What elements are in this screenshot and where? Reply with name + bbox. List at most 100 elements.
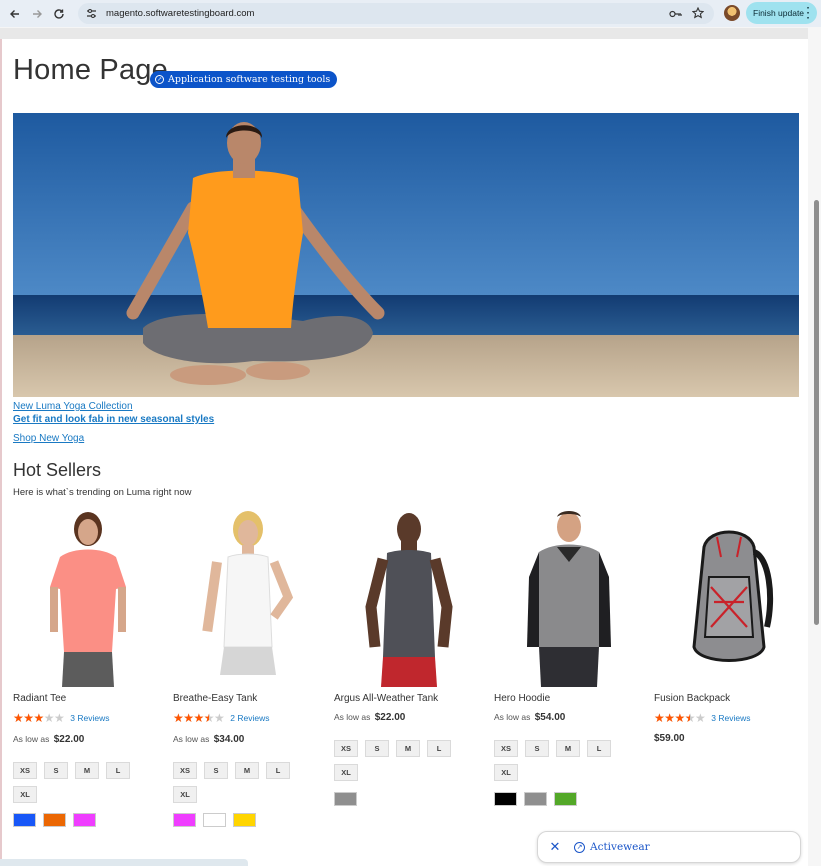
hot-sellers-title: Hot Sellers: [13, 460, 102, 480]
product-image[interactable]: [13, 505, 163, 687]
color-swatches: [173, 813, 256, 827]
ad-badge[interactable]: ↗ Application software testing tools: [150, 71, 338, 88]
color-swatch[interactable]: [13, 813, 36, 827]
product-image[interactable]: [334, 505, 484, 687]
size-option[interactable]: XL: [494, 764, 518, 781]
activewear-label[interactable]: Activewear: [590, 841, 650, 853]
product-price: $54.00: [534, 712, 566, 723]
size-option[interactable]: XS: [173, 762, 197, 779]
product-name[interactable]: Hero Hoodie: [494, 693, 550, 704]
url-text: magento.softwaretestingboard.com: [106, 8, 255, 19]
rating-fill: ★★★★★: [13, 711, 44, 725]
size-options: XS S M L XL: [173, 762, 313, 803]
kebab-menu-icon[interactable]: · · ·: [807, 4, 810, 24]
page-title: Home Page: [13, 54, 168, 86]
activewear-popup[interactable]: ✕ ↗ Activewear: [537, 831, 801, 863]
rating-stars: ★★★★★★★★★★: [13, 711, 65, 725]
size-option[interactable]: L: [106, 762, 130, 779]
product-price: $22.00: [53, 734, 85, 745]
size-option[interactable]: L: [587, 740, 611, 757]
size-option[interactable]: XL: [13, 786, 37, 803]
product-image[interactable]: [494, 505, 644, 687]
password-key-icon[interactable]: [669, 6, 682, 24]
product-card: Breathe-Easy Tank ★★★★★★★★★★ 2 Reviews A…: [173, 505, 323, 827]
color-swatch[interactable]: [203, 813, 226, 827]
page-top-strip: [0, 27, 808, 39]
product-rating: ★★★★★★★★★★ 3 Reviews: [13, 711, 110, 725]
product-card: Hero Hoodie As low as $54.00 XS S M L XL: [494, 505, 644, 806]
product-name[interactable]: Argus All-Weather Tank: [334, 693, 438, 704]
reviews-link[interactable]: 3 Reviews: [70, 713, 109, 723]
ad-arrow-icon: ↗: [155, 75, 164, 84]
product-name[interactable]: Breathe-Easy Tank: [173, 693, 257, 704]
reload-icon[interactable]: [48, 3, 70, 25]
size-option[interactable]: M: [556, 740, 580, 757]
rating-stars: ★★★★★★★★★★: [173, 711, 225, 725]
color-swatch[interactable]: [43, 813, 66, 827]
product-name[interactable]: Radiant Tee: [13, 693, 66, 704]
size-option[interactable]: XL: [173, 786, 197, 803]
site-info-icon[interactable]: [84, 7, 98, 21]
ad-arrow-icon: ↗: [574, 841, 585, 853]
price-row: As low as $22.00: [334, 712, 405, 723]
price-row: As low as $34.00: [173, 734, 244, 745]
ad-badge-label: Application software testing tools: [168, 74, 331, 85]
product-image[interactable]: [654, 505, 804, 687]
product-price: $22.00: [374, 712, 406, 723]
size-options: XS S M L XL: [334, 740, 474, 781]
price-prefix: As low as: [334, 712, 371, 722]
color-swatches: [494, 792, 577, 806]
scrollbar-thumb[interactable]: [814, 200, 819, 625]
size-option[interactable]: L: [427, 740, 451, 757]
rating-fill: ★★★★★: [173, 711, 209, 725]
size-option[interactable]: XL: [334, 764, 358, 781]
size-option[interactable]: S: [44, 762, 68, 779]
product-card: Radiant Tee ★★★★★★★★★★ 3 Reviews As low …: [13, 505, 163, 827]
finish-update-button[interactable]: Finish update · · ·: [746, 2, 817, 24]
color-swatches: [13, 813, 96, 827]
size-option[interactable]: S: [525, 740, 549, 757]
product-rating: ★★★★★★★★★★ 3 Reviews: [654, 711, 751, 725]
size-option[interactable]: M: [396, 740, 420, 757]
hero-banner-image[interactable]: [13, 113, 799, 397]
product-price: $59.00: [654, 733, 685, 744]
promo-headline-link[interactable]: Get fit and look fab in new seasonal sty…: [13, 414, 214, 425]
reviews-link[interactable]: 2 Reviews: [230, 713, 269, 723]
product-image[interactable]: [173, 505, 323, 687]
size-option[interactable]: L: [266, 762, 290, 779]
close-icon[interactable]: ✕: [548, 839, 562, 855]
color-swatch[interactable]: [173, 813, 196, 827]
size-option[interactable]: XS: [334, 740, 358, 757]
bookmark-star-icon[interactable]: [691, 6, 705, 24]
price-prefix: As low as: [173, 734, 210, 744]
shop-new-yoga-link[interactable]: Shop New Yoga: [13, 433, 84, 444]
size-option[interactable]: XS: [13, 762, 37, 779]
color-swatch[interactable]: [554, 792, 577, 806]
price-row: As low as $54.00: [494, 712, 565, 723]
back-arrow-icon[interactable]: [4, 3, 26, 25]
color-swatch[interactable]: [494, 792, 517, 806]
rating-stars: ★★★★★★★★★★: [654, 711, 706, 725]
left-edge-accent: [0, 39, 2, 859]
size-option[interactable]: M: [235, 762, 259, 779]
color-swatches: [334, 792, 357, 806]
color-swatch[interactable]: [233, 813, 256, 827]
rating-fill: ★★★★★: [654, 711, 690, 725]
profile-avatar-icon[interactable]: [724, 5, 740, 21]
product-card: Fusion Backpack ★★★★★★★★★★ 3 Reviews $59…: [654, 505, 804, 744]
product-name[interactable]: Fusion Backpack: [654, 693, 730, 704]
color-swatch[interactable]: [73, 813, 96, 827]
finish-update-label: Finish update: [753, 8, 805, 18]
size-option[interactable]: M: [75, 762, 99, 779]
address-bar[interactable]: magento.softwaretestingboard.com: [78, 3, 714, 24]
color-swatch[interactable]: [524, 792, 547, 806]
size-option[interactable]: S: [365, 740, 389, 757]
size-option[interactable]: XS: [494, 740, 518, 757]
product-price: $34.00: [213, 734, 245, 745]
promo-line-link[interactable]: New Luma Yoga Collection: [13, 401, 133, 412]
size-options: XS S M L XL: [13, 762, 153, 803]
reviews-link[interactable]: 3 Reviews: [711, 713, 750, 723]
forward-arrow-icon[interactable]: [26, 3, 48, 25]
size-option[interactable]: S: [204, 762, 228, 779]
color-swatch[interactable]: [334, 792, 357, 806]
